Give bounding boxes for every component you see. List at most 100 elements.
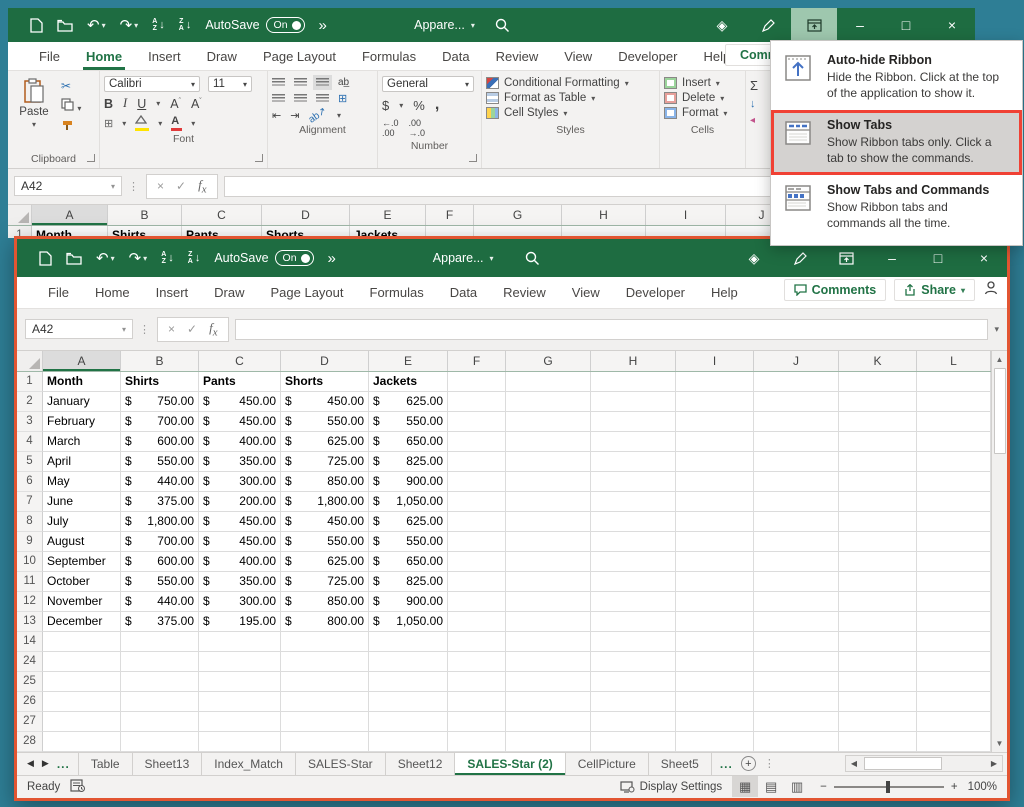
- cell[interactable]: [917, 612, 991, 632]
- font-dialog-launcher[interactable]: [255, 154, 263, 162]
- cell[interactable]: $825.00: [369, 452, 448, 472]
- cell[interactable]: [591, 632, 676, 652]
- column-header-j[interactable]: J: [754, 351, 839, 371]
- cell[interactable]: Month: [43, 372, 121, 392]
- insert-function-icon[interactable]: fx: [209, 320, 217, 339]
- cell[interactable]: $850.00: [281, 472, 369, 492]
- cell[interactable]: [917, 412, 991, 432]
- cell[interactable]: [839, 712, 917, 732]
- format-painter-icon[interactable]: [61, 119, 81, 135]
- column-header-h[interactable]: H: [591, 351, 676, 371]
- cell[interactable]: [448, 412, 506, 432]
- cell[interactable]: [121, 672, 199, 692]
- cell[interactable]: $550.00: [121, 572, 199, 592]
- cell[interactable]: [676, 392, 754, 412]
- column-header-i[interactable]: I: [646, 205, 726, 225]
- percent-style-icon[interactable]: %: [413, 98, 425, 113]
- cell[interactable]: [754, 712, 839, 732]
- cell[interactable]: [506, 592, 591, 612]
- column-header-g[interactable]: G: [474, 205, 562, 225]
- zoom-in-icon[interactable]: +: [951, 781, 958, 793]
- cell[interactable]: January: [43, 392, 121, 412]
- cell[interactable]: [754, 732, 839, 752]
- cell[interactable]: [369, 692, 448, 712]
- column-header-a[interactable]: A: [43, 351, 121, 371]
- cell[interactable]: [121, 732, 199, 752]
- decrease-decimal-icon[interactable]: .00→.0: [409, 118, 426, 138]
- row-header-10[interactable]: 10: [17, 552, 43, 572]
- tab-insert[interactable]: Insert: [135, 42, 194, 70]
- cell[interactable]: [839, 692, 917, 712]
- cell[interactable]: April: [43, 452, 121, 472]
- cell[interactable]: [448, 532, 506, 552]
- sheet-nav-left-icon[interactable]: ◀: [27, 758, 34, 769]
- cell[interactable]: [506, 652, 591, 672]
- cell[interactable]: $450.00: [199, 532, 281, 552]
- cell[interactable]: $725.00: [281, 572, 369, 592]
- cell[interactable]: $195.00: [199, 612, 281, 632]
- cell[interactable]: [369, 672, 448, 692]
- cell[interactable]: [839, 372, 917, 392]
- column-header-e[interactable]: E: [369, 351, 448, 371]
- cell[interactable]: $625.00: [281, 432, 369, 452]
- maximize-button[interactable]: □: [883, 8, 929, 42]
- cell[interactable]: [917, 392, 991, 412]
- search-icon[interactable]: [525, 239, 540, 277]
- cell[interactable]: $375.00: [121, 492, 199, 512]
- increase-decimal-icon[interactable]: ←.0.00: [382, 118, 399, 138]
- cell[interactable]: [917, 692, 991, 712]
- row-header-13[interactable]: 13: [17, 612, 43, 632]
- column-header-b[interactable]: B: [121, 351, 199, 371]
- vertical-scrollbar[interactable]: ▲ ▼: [991, 351, 1007, 752]
- cell[interactable]: $1,800.00: [121, 512, 199, 532]
- cell[interactable]: [839, 652, 917, 672]
- cell[interactable]: $625.00: [281, 552, 369, 572]
- row-header-3[interactable]: 3: [17, 412, 43, 432]
- cell[interactable]: [199, 652, 281, 672]
- conditional-formatting-button[interactable]: Conditional Formatting▾: [486, 77, 655, 89]
- cell[interactable]: [591, 532, 676, 552]
- column-header-g[interactable]: G: [506, 351, 591, 371]
- sheet-tab-sales-star[interactable]: SALES-Star: [296, 753, 386, 775]
- sort-az-icon[interactable]: AZ↓: [161, 251, 174, 265]
- tab-page-layout[interactable]: Page Layout: [250, 42, 349, 70]
- cell[interactable]: [448, 592, 506, 612]
- cell[interactable]: [448, 372, 506, 392]
- cell[interactable]: [506, 412, 591, 432]
- person-icon[interactable]: [983, 280, 999, 300]
- cell[interactable]: [676, 592, 754, 612]
- cell[interactable]: [917, 492, 991, 512]
- accounting-format-icon[interactable]: $: [382, 98, 389, 113]
- column-header-k[interactable]: K: [839, 351, 917, 371]
- cell[interactable]: [281, 692, 369, 712]
- share-button[interactable]: Share▾: [894, 279, 975, 301]
- cell[interactable]: $350.00: [199, 452, 281, 472]
- cell[interactable]: [369, 652, 448, 672]
- decrease-font-icon[interactable]: Aˇ: [191, 97, 202, 111]
- qat-overflow-button[interactable]: »: [319, 17, 327, 34]
- cell[interactable]: [591, 572, 676, 592]
- cell[interactable]: [506, 432, 591, 452]
- cell[interactable]: [199, 632, 281, 652]
- cell[interactable]: [754, 392, 839, 412]
- cell[interactable]: [917, 572, 991, 592]
- cell[interactable]: $900.00: [369, 472, 448, 492]
- cell[interactable]: [754, 492, 839, 512]
- cell[interactable]: [199, 712, 281, 732]
- cell[interactable]: [839, 552, 917, 572]
- sheet-overflow-ellipsis[interactable]: ...: [720, 757, 733, 771]
- tab-data[interactable]: Data: [429, 42, 482, 70]
- cell[interactable]: $900.00: [369, 592, 448, 612]
- document-title[interactable]: Appare...▾: [414, 8, 475, 42]
- merge-center-icon[interactable]: ⊞: [338, 92, 347, 105]
- cell[interactable]: [754, 612, 839, 632]
- font-color-icon[interactable]: A: [171, 116, 182, 131]
- cell[interactable]: [506, 732, 591, 752]
- underline-menu[interactable]: ▾: [156, 99, 160, 108]
- row-header-7[interactable]: 7: [17, 492, 43, 512]
- zoom-slider[interactable]: − +: [820, 781, 957, 793]
- cell[interactable]: October: [43, 572, 121, 592]
- row-header-28[interactable]: 28: [17, 732, 43, 752]
- cancel-icon[interactable]: ×: [168, 322, 175, 336]
- menu-item-show-tabs[interactable]: Show TabsShow Ribbon tabs only. Click a …: [771, 110, 1022, 175]
